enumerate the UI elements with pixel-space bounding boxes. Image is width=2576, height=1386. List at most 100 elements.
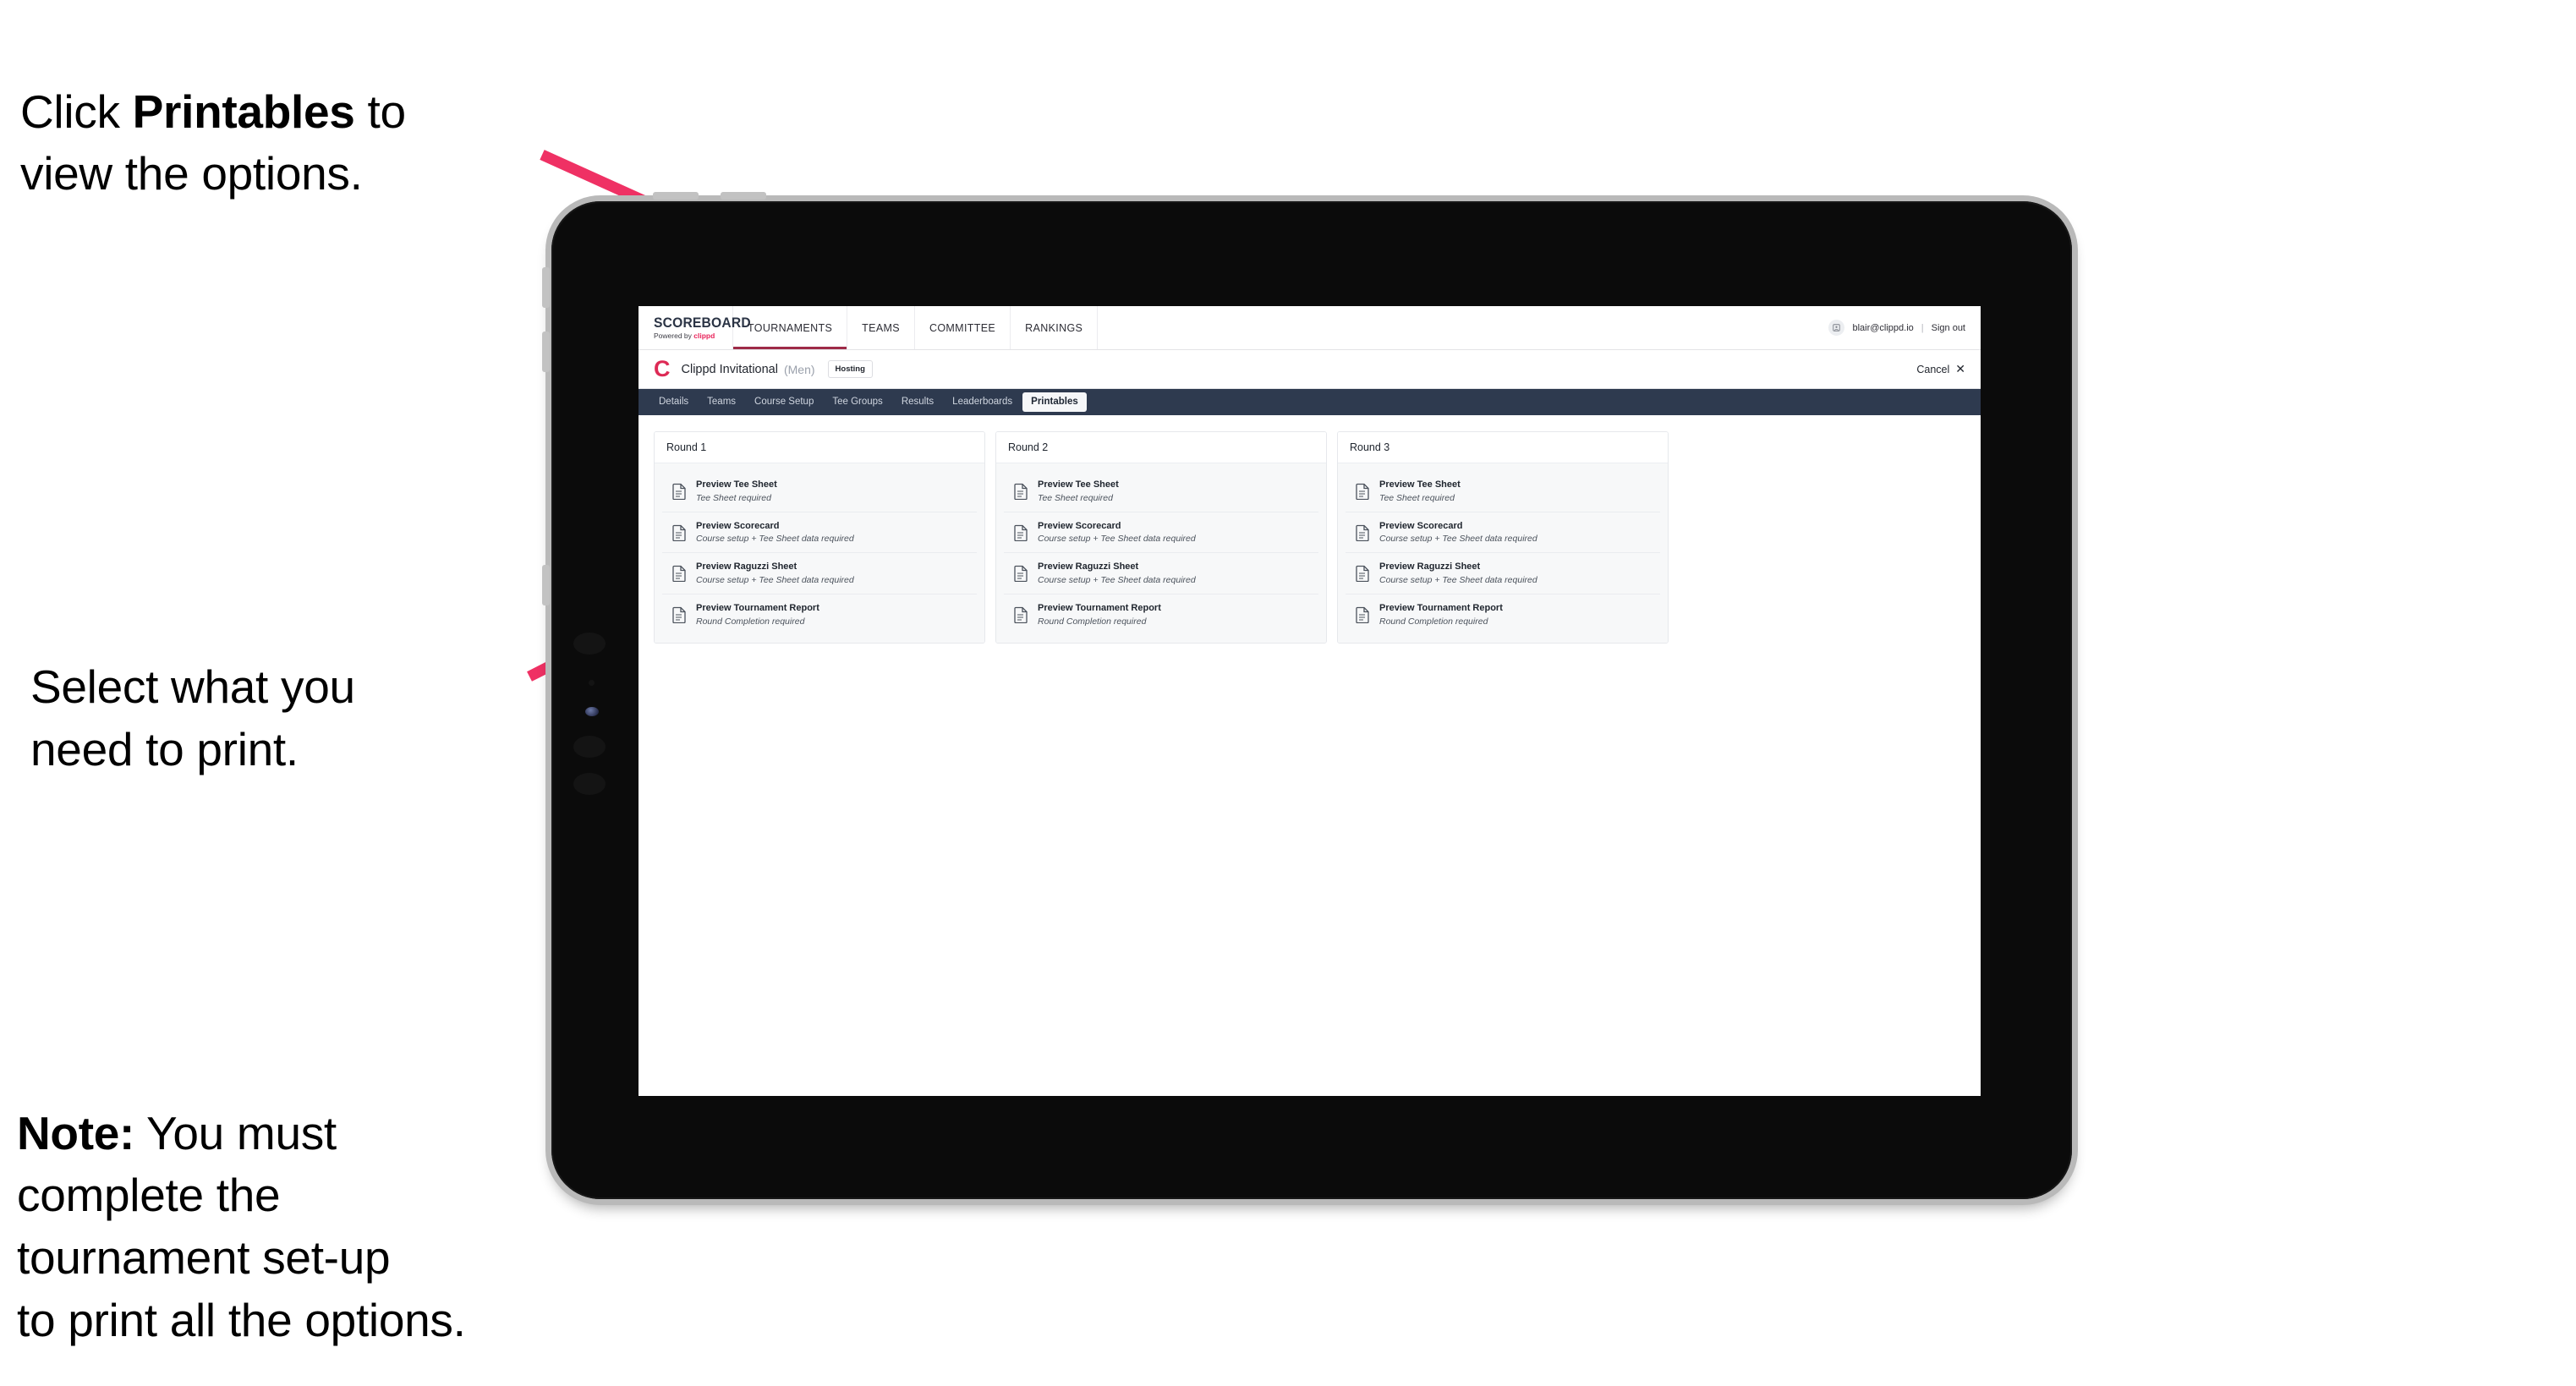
printable-subtitle: Round Completion required — [1379, 616, 1488, 627]
tab-printables[interactable]: Printables — [1022, 392, 1087, 412]
printable-title: Preview Tee Sheet — [1038, 479, 1119, 490]
brand-sub-clippd: clippd — [693, 331, 715, 341]
printable-title: Preview Tournament Report — [1038, 603, 1161, 614]
printable-tournament-report-r1[interactable]: Preview Tournament Report Round Completi… — [662, 594, 977, 635]
printable-subtitle: Tee Sheet required — [1038, 492, 1113, 503]
printable-tee-sheet-r2[interactable]: Preview Tee Sheet Tee Sheet required — [1004, 471, 1318, 512]
tab-leaderboards[interactable]: Leaderboards — [944, 392, 1021, 412]
section-tab-bar: Details Teams Course Setup Tee Groups Re… — [639, 389, 1981, 415]
sign-out-button[interactable]: Sign out — [1932, 323, 1965, 333]
printable-subtitle: Round Completion required — [1038, 616, 1147, 627]
printable-subtitle: Course setup + Tee Sheet data required — [696, 575, 854, 586]
printable-text: Preview Scorecard Course setup + Tee She… — [1038, 521, 1196, 545]
tab-teams[interactable]: Teams — [699, 392, 744, 412]
user-avatar-icon[interactable] — [1828, 320, 1845, 336]
nav-item-rankings[interactable]: RANKINGS — [1011, 306, 1099, 349]
scoreboard-logo[interactable]: SCOREBOARD Powered by clippd — [639, 306, 751, 349]
hosting-badge: Hosting — [827, 359, 873, 379]
brand-sub-prefix: Powered by — [654, 331, 694, 341]
tablet-volume-down-button[interactable] — [542, 331, 550, 372]
nav-item-teams[interactable]: TEAMS — [847, 306, 915, 349]
tablet-power-button[interactable] — [542, 565, 550, 605]
printable-text: Preview Tournament Report Round Completi… — [1379, 603, 1503, 627]
round-1-items: Preview Tee Sheet Tee Sheet required Pre… — [655, 463, 984, 643]
printable-raguzzi-sheet-r1[interactable]: Preview Raguzzi Sheet Course setup + Tee… — [662, 553, 977, 595]
round-1-header: Round 1 — [655, 432, 984, 463]
tab-results[interactable]: Results — [893, 392, 942, 412]
tournament-name: Clippd Invitational — [681, 362, 778, 376]
global-navigation-bar: SCOREBOARD Powered by clippd TOURNAMENTS… — [639, 306, 1981, 350]
tablet-top-button-1[interactable] — [653, 192, 699, 200]
nav-item-committee-label: COMMITTEE — [929, 321, 996, 334]
printable-title: Preview Scorecard — [1379, 520, 1463, 531]
ambient-sensor-icon — [589, 680, 595, 686]
printable-title: Preview Raguzzi Sheet — [1379, 562, 1481, 572]
document-icon — [1014, 565, 1028, 583]
nav-item-tournaments[interactable]: TOURNAMENTS — [733, 306, 848, 349]
printable-subtitle: Tee Sheet required — [696, 492, 771, 503]
printable-scorecard-r1[interactable]: Preview Scorecard Course setup + Tee She… — [662, 512, 977, 554]
tab-teams-label: Teams — [707, 397, 737, 408]
printable-subtitle: Tee Sheet required — [1379, 492, 1455, 503]
cancel-button-label: Cancel — [1916, 363, 1950, 375]
speaker-grille-icon — [573, 633, 606, 655]
nav-user-area: blair@clippd.io | Sign out — [1828, 306, 1981, 349]
printable-text: Preview Raguzzi Sheet Course setup + Tee… — [696, 562, 854, 585]
document-icon — [1014, 483, 1028, 500]
tab-details-label: Details — [659, 397, 689, 408]
tournament-header-bar: C Clippd Invitational (Men) Hosting Canc… — [639, 350, 1981, 389]
printable-title: Preview Raguzzi Sheet — [1038, 562, 1139, 572]
printable-scorecard-r2[interactable]: Preview Scorecard Course setup + Tee She… — [1004, 512, 1318, 554]
tab-details[interactable]: Details — [650, 392, 697, 412]
printable-title: Preview Tee Sheet — [696, 479, 777, 490]
brand-title: SCOREBOARD — [654, 315, 751, 331]
printable-subtitle: Course setup + Tee Sheet data required — [1038, 534, 1196, 545]
cancel-button[interactable]: Cancel ✕ — [1916, 362, 1965, 376]
round-3-items: Preview Tee Sheet Tee Sheet required Pre… — [1338, 463, 1668, 643]
printable-title: Preview Scorecard — [1038, 520, 1121, 531]
printable-title: Preview Tee Sheet — [1379, 479, 1461, 490]
printable-subtitle: Course setup + Tee Sheet data required — [1379, 575, 1537, 586]
printable-tee-sheet-r1[interactable]: Preview Tee Sheet Tee Sheet required — [662, 471, 977, 512]
tablet-top-button-2[interactable] — [721, 192, 766, 200]
printable-scorecard-r3[interactable]: Preview Scorecard Course setup + Tee She… — [1346, 512, 1660, 554]
tab-printables-label: Printables — [1031, 397, 1078, 408]
tab-leaderboards-label: Leaderboards — [952, 397, 1013, 408]
printable-text: Preview Tee Sheet Tee Sheet required — [696, 479, 777, 503]
annotation-click-printables: Click Printables to view the options. — [20, 19, 578, 205]
front-camera-icon — [585, 707, 599, 716]
close-icon: ✕ — [1955, 362, 1965, 375]
brand-subtitle: Powered by clippd — [654, 332, 732, 340]
printable-text: Preview Scorecard Course setup + Tee She… — [1379, 521, 1537, 545]
nav-item-rankings-label: RANKINGS — [1025, 321, 1083, 334]
printable-raguzzi-sheet-r2[interactable]: Preview Raguzzi Sheet Course setup + Tee… — [1004, 553, 1318, 595]
printable-text: Preview Raguzzi Sheet Course setup + Tee… — [1379, 562, 1537, 585]
tab-course-setup[interactable]: Course Setup — [746, 392, 822, 412]
document-icon — [672, 606, 687, 624]
printable-raguzzi-sheet-r3[interactable]: Preview Raguzzi Sheet Course setup + Tee… — [1346, 553, 1660, 595]
nav-separator: | — [1921, 322, 1924, 333]
document-icon — [672, 524, 687, 541]
printable-text: Preview Scorecard Course setup + Tee She… — [696, 521, 854, 545]
nav-item-tournaments-label: TOURNAMENTS — [748, 321, 833, 334]
printable-tournament-report-r3[interactable]: Preview Tournament Report Round Completi… — [1346, 594, 1660, 635]
printable-tournament-report-r2[interactable]: Preview Tournament Report Round Completi… — [1004, 594, 1318, 635]
tablet-volume-up-button[interactable] — [542, 267, 550, 308]
document-icon — [1014, 606, 1028, 624]
clippd-c-logo-icon: C — [654, 356, 671, 381]
nav-item-committee[interactable]: COMMITTEE — [915, 306, 1011, 349]
printable-text: Preview Tee Sheet Tee Sheet required — [1379, 479, 1461, 503]
round-panel-2: Round 2 Preview Tee Sheet Tee Sheet requ… — [995, 431, 1327, 644]
annotation-top-prefix: Click — [20, 85, 133, 138]
printable-tee-sheet-r3[interactable]: Preview Tee Sheet Tee Sheet required — [1346, 471, 1660, 512]
printable-title: Preview Tournament Report — [696, 603, 819, 614]
document-icon — [1356, 524, 1370, 541]
document-icon — [1356, 606, 1370, 624]
printable-title: Preview Tournament Report — [1379, 603, 1503, 614]
document-icon — [1356, 483, 1370, 500]
tab-tee-groups[interactable]: Tee Groups — [824, 392, 891, 412]
printable-subtitle: Course setup + Tee Sheet data required — [696, 534, 854, 545]
tournament-gender: (Men) — [783, 362, 815, 376]
app-screen: SCOREBOARD Powered by clippd TOURNAMENTS… — [639, 306, 1981, 1096]
microphone-icon — [573, 736, 606, 758]
